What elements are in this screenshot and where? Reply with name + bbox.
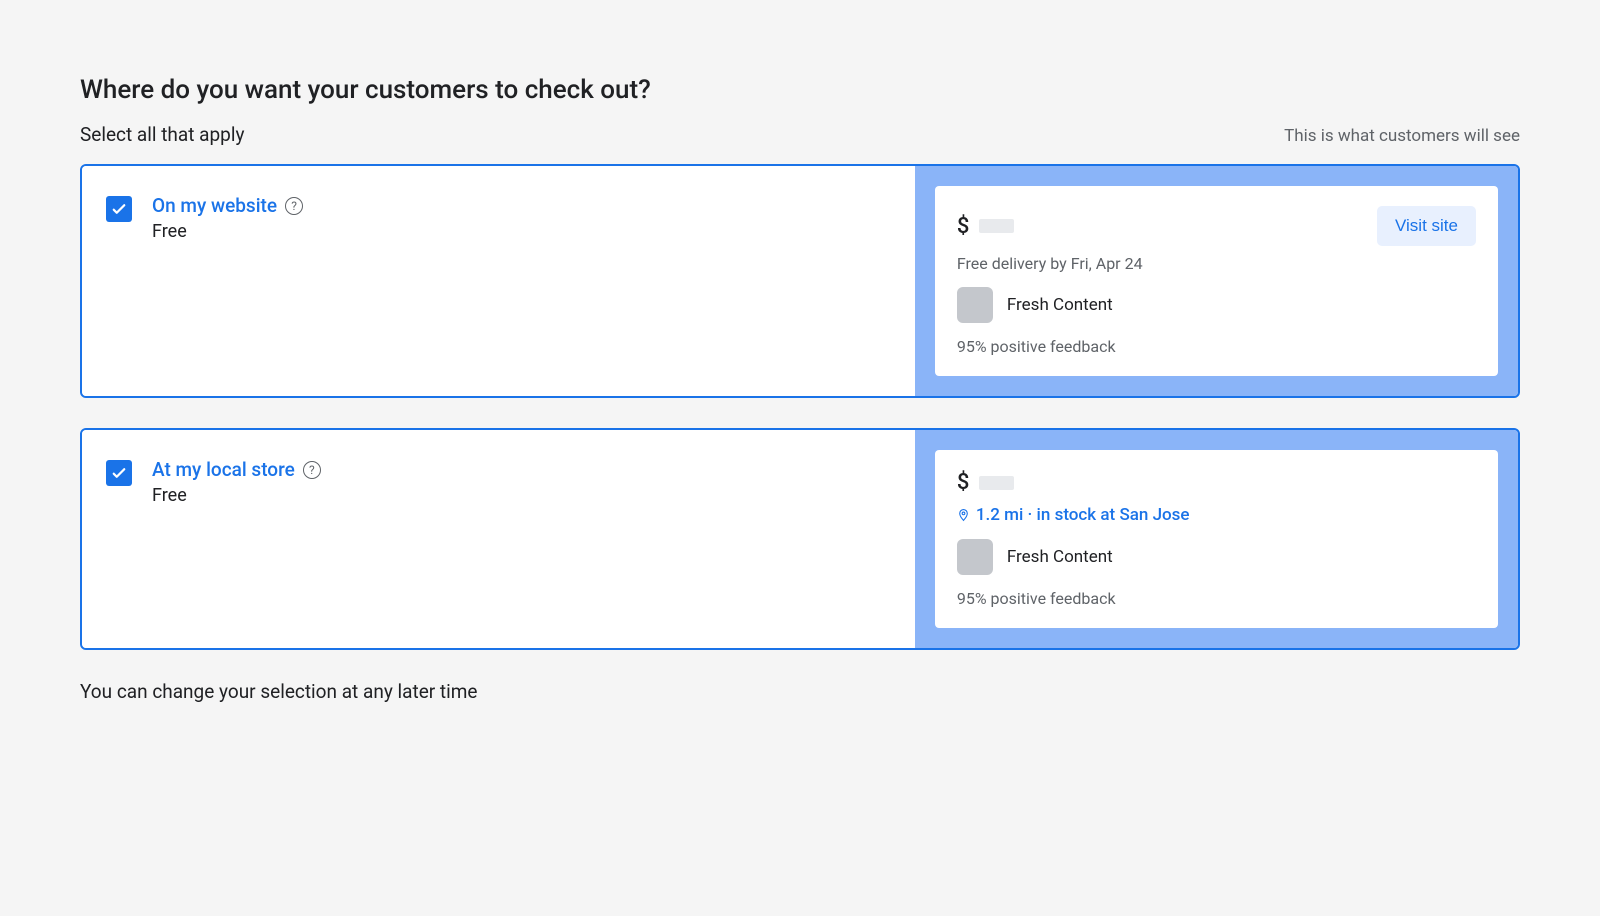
merchant-avatar <box>957 539 993 575</box>
footer-note: You can change your selection at any lat… <box>80 680 1520 703</box>
checkmark-icon <box>110 200 128 218</box>
option-text: On my website ? Free <box>152 194 303 242</box>
dollar-sign: $ <box>957 470 970 495</box>
option-preview-local-store: $ 1.2 mi · in stock at San Jose Fresh Co… <box>915 430 1518 648</box>
merchant-row: Fresh Content <box>957 539 1476 575</box>
subtitle-row: Select all that apply This is what custo… <box>80 123 1520 146</box>
option-left: At my local store ? Free <box>82 430 915 648</box>
feedback-text: 95% positive feedback <box>957 589 1476 608</box>
price-row: $ <box>957 214 1015 239</box>
merchant-name: Fresh Content <box>1007 547 1113 567</box>
help-icon[interactable]: ? <box>303 461 321 479</box>
feedback-text: 95% positive feedback <box>957 337 1476 356</box>
help-icon[interactable]: ? <box>285 197 303 215</box>
option-text: At my local store ? Free <box>152 458 321 506</box>
stock-row: 1.2 mi · in stock at San Jose <box>957 505 1476 525</box>
option-title-row: On my website ? <box>152 194 303 217</box>
map-pin-icon <box>957 506 970 524</box>
preview-card: $ 1.2 mi · in stock at San Jose Fresh Co… <box>935 450 1498 628</box>
option-preview-website: $ Visit site Free delivery by Fri, Apr 2… <box>915 166 1518 396</box>
merchant-avatar <box>957 287 993 323</box>
preview-top-row: $ Visit site <box>957 206 1476 246</box>
dollar-sign: $ <box>957 214 970 239</box>
option-title-local-store: At my local store <box>152 458 295 481</box>
subtitle: Select all that apply <box>80 123 244 146</box>
checkmark-icon <box>110 464 128 482</box>
price-placeholder <box>979 219 1014 233</box>
merchant-row: Fresh Content <box>957 287 1476 323</box>
price-placeholder <box>979 476 1014 490</box>
option-left: On my website ? Free <box>82 166 915 396</box>
page-title: Where do you want your customers to chec… <box>80 75 1520 105</box>
option-title-website: On my website <box>152 194 277 217</box>
option-title-row: At my local store ? <box>152 458 321 481</box>
visit-site-button[interactable]: Visit site <box>1377 206 1476 246</box>
option-card-website: On my website ? Free $ Visit site Free d… <box>80 164 1520 398</box>
preview-card: $ Visit site Free delivery by Fri, Apr 2… <box>935 186 1498 376</box>
option-sub: Free <box>152 485 321 506</box>
option-card-local-store: At my local store ? Free $ 1.2 mi · in s… <box>80 428 1520 650</box>
option-sub: Free <box>152 221 303 242</box>
preview-label: This is what customers will see <box>1284 126 1520 146</box>
checkbox-local-store[interactable] <box>106 460 132 486</box>
delivery-text: Free delivery by Fri, Apr 24 <box>957 254 1476 273</box>
price-row: $ <box>957 470 1476 495</box>
checkbox-website[interactable] <box>106 196 132 222</box>
merchant-name: Fresh Content <box>1007 295 1113 315</box>
stock-text: 1.2 mi · in stock at San Jose <box>976 505 1190 525</box>
